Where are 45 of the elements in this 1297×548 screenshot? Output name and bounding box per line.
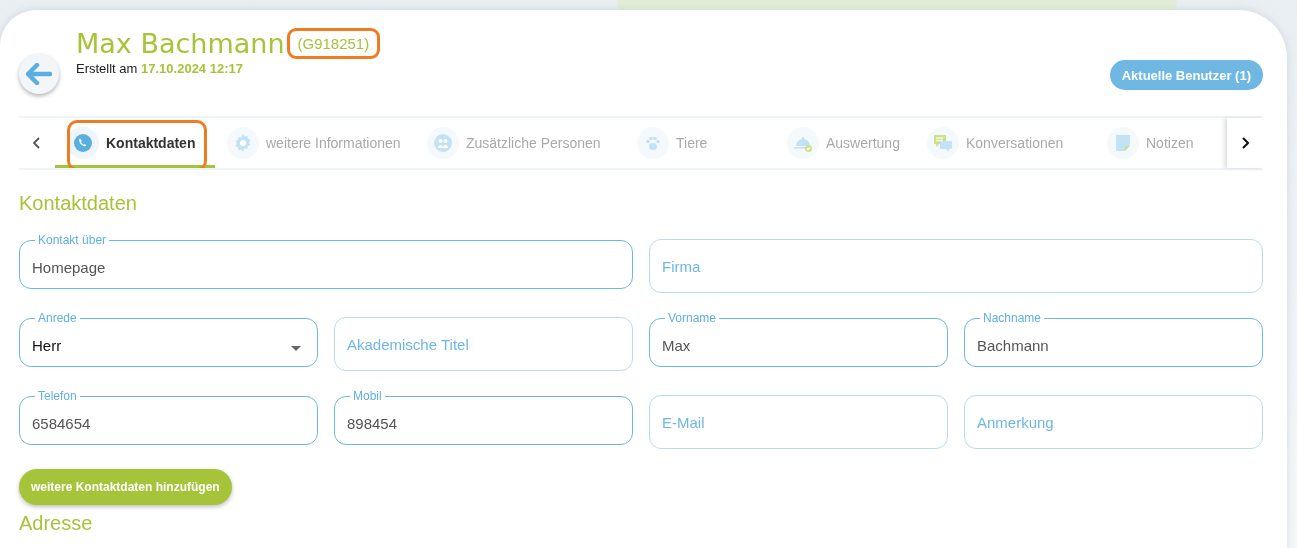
- field-label: Mobil: [352, 389, 383, 403]
- tab-icon: [1107, 127, 1139, 159]
- created-label: Erstellt am: [76, 61, 138, 76]
- text-input[interactable]: Akademische Titel: [347, 335, 620, 353]
- text-input[interactable]: 6584654: [32, 415, 305, 432]
- tab-icon: [927, 127, 959, 159]
- text-input[interactable]: Bachmann: [977, 337, 1250, 354]
- tab-icon: [427, 127, 459, 159]
- field-label: Nachname: [982, 311, 1043, 325]
- text-input[interactable]: Max: [662, 337, 935, 354]
- field-label: Telefon: [37, 389, 78, 403]
- text-input[interactable]: 898454: [347, 415, 620, 432]
- text-field[interactable]: Firma: [649, 239, 1263, 293]
- field-label: Kontakt über: [37, 233, 108, 247]
- text-field[interactable]: E-Mail: [649, 395, 948, 449]
- chevron-left-icon: [33, 137, 41, 149]
- tab-icon: [787, 127, 819, 159]
- dropdown-caret-icon: [291, 345, 301, 351]
- customer-name: Max Bachmann: [76, 28, 285, 59]
- text-input[interactable]: E-Mail: [662, 413, 935, 431]
- tab[interactable]: Kontaktdaten: [55, 118, 215, 168]
- text-field[interactable]: Akademische Titel: [334, 317, 633, 371]
- text-input[interactable]: Homepage: [32, 259, 620, 276]
- select-field[interactable]: Anrede Herr: [19, 311, 318, 367]
- back-button[interactable]: [19, 54, 59, 94]
- text-field[interactable]: Vorname Max: [649, 311, 948, 367]
- created-date: 17.10.2024 12:17: [141, 61, 243, 76]
- customer-id: (G918251): [286, 28, 381, 59]
- text-field[interactable]: Nachname Bachmann: [964, 311, 1263, 367]
- field-label: Anrede: [37, 311, 78, 325]
- tab-icon: [227, 127, 259, 159]
- section-title: Kontaktdaten: [19, 192, 138, 215]
- text-input[interactable]: Firma: [662, 257, 1250, 275]
- select-input[interactable]: Herr: [32, 337, 305, 354]
- text-field[interactable]: Mobil 898454: [334, 389, 633, 445]
- text-field[interactable]: Anmerkung: [964, 395, 1263, 449]
- field-label: Vorname: [667, 311, 718, 325]
- tab-icon: [67, 127, 99, 159]
- chevron-right-icon: [1241, 137, 1249, 149]
- section-title: Adresse: [19, 511, 94, 535]
- text-field[interactable]: Kontakt über Homepage: [19, 233, 633, 289]
- text-field[interactable]: Telefon 6584654: [19, 389, 318, 445]
- tab-icon: [637, 127, 669, 159]
- back-arrow-icon: [26, 63, 52, 85]
- text-input[interactable]: Anmerkung: [977, 413, 1250, 431]
